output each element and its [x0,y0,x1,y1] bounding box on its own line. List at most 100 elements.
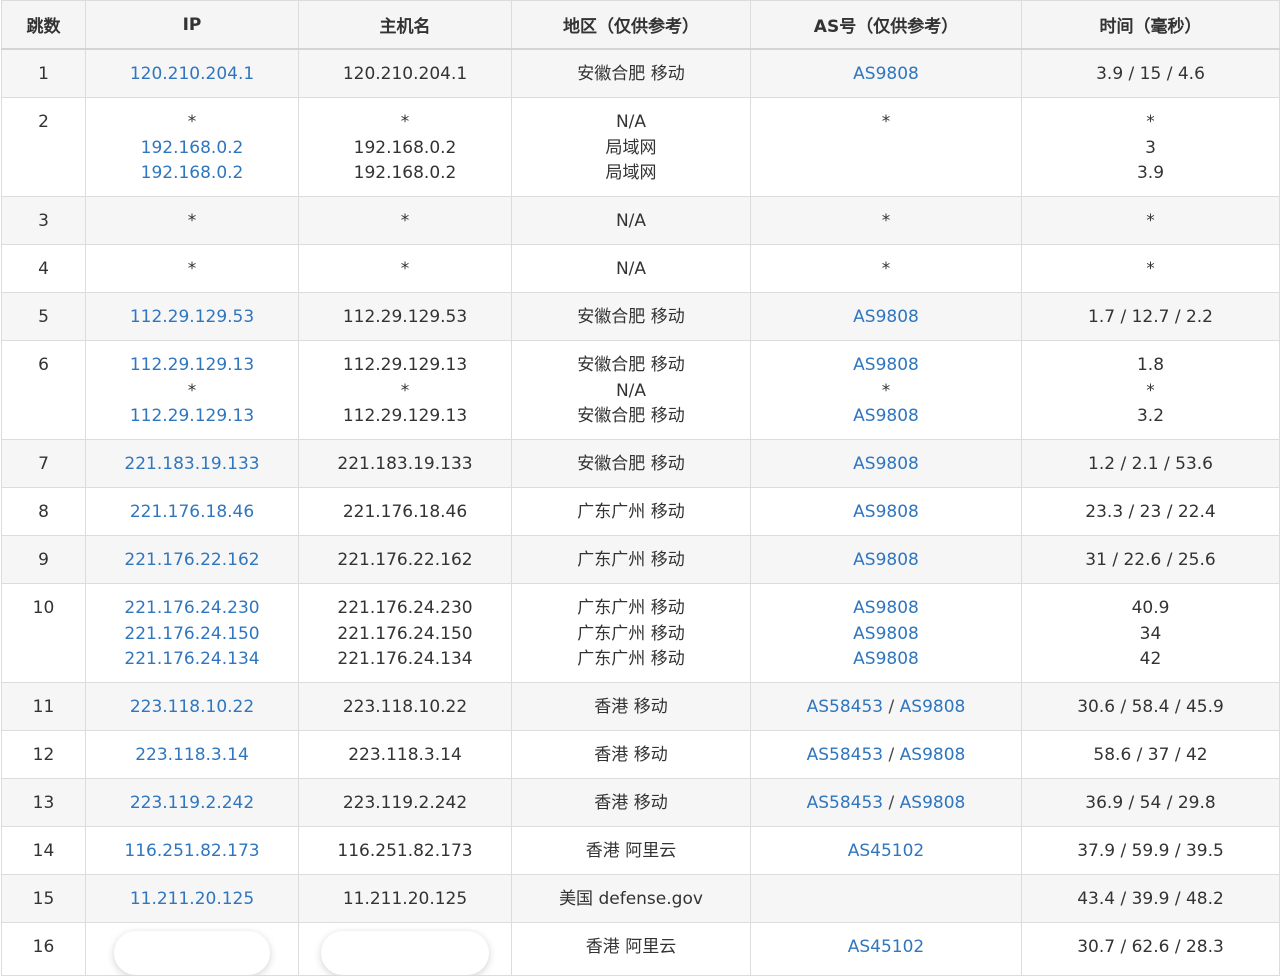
as-link[interactable]: AS9808 [900,697,966,717]
region-cell: N/A 局域网 局域网 [511,97,751,197]
hop-number: 2 [38,112,49,132]
ip-placeholder: * [187,211,197,231]
table-row: 12 223.118.3.14 223.118.3.14 香港 移动 AS58453 /… [1,730,1280,779]
hostname-cell: 223.118.3.14 [298,730,512,779]
region-text: 广东广州 移动 [577,623,685,644]
ip-cell: 223.118.3.14 [85,730,299,779]
as-link[interactable]: AS9808 [853,598,919,618]
ip-link[interactable]: 192.168.0.2 [90,136,294,162]
hop-cell: 10 [1,583,86,683]
region-cell: 广东广州 移动 [511,535,751,584]
table-row: 4 * * N/A * * [1,244,1280,293]
ip-link[interactable]: 112.29.129.13 [90,404,294,430]
ip-link[interactable]: 116.251.82.173 [90,839,294,865]
hostname-cell: 11.211.20.125 [298,874,512,923]
as-link[interactable]: AS58453 [807,793,884,813]
hostname-text: 221.176.18.46 [342,502,468,522]
ip-link[interactable]: 221.176.22.162 [90,548,294,574]
as-link[interactable]: AS9808 [853,406,919,426]
ip-link[interactable]: 221.176.24.134 [90,647,294,673]
region-cell: 广东广州 移动 广东广州 移动 广东广州 移动 [511,583,751,683]
time-cell: 30.7 / 62.6 / 28.3 [1021,922,1280,976]
ip-link[interactable]: 223.119.2.242 [90,791,294,817]
hostname-cell: 112.29.129.13 * 112.29.129.13 [298,340,512,440]
time-cell: 43.4 / 39.9 / 48.2 [1021,874,1280,923]
as-link[interactable]: AS9808 [853,624,919,644]
hostname-text: 223.118.10.22 [342,697,468,717]
hop-cell: 15 [1,874,86,923]
table-row: 11 223.118.10.22 223.118.10.22 香港 移动 AS58453… [1,682,1280,731]
hop-number: 15 [32,889,55,909]
as-line: AS9808 [755,305,1017,331]
time-cell: * 3 3.9 [1021,97,1280,197]
hop-cell: 11 [1,682,86,731]
ip-link[interactable]: 112.29.129.53 [90,305,294,331]
region-text: 安徽合肥 移动 [577,64,685,84]
as-line: AS45102 [755,839,1017,865]
as-link[interactable]: AS9808 [853,355,919,375]
region-text: 安徽合肥 移动 [577,454,685,474]
region-cell: 香港 阿里云 [511,826,751,875]
table-row: 2 * 192.168.0.2 192.168.0.2 * 192.168.0.2 192.… [1,97,1280,197]
hostname-text: 223.118.3.14 [348,745,462,765]
ip-link[interactable]: 11.211.20.125 [90,887,294,913]
hostname-text: 11.211.20.125 [342,889,468,909]
hostname-cell [298,922,512,976]
as-link[interactable]: AS45102 [848,841,925,861]
region-cell: 香港 移动 [511,730,751,779]
time-text: 34 [1139,623,1162,644]
ip-cell: 221.176.18.46 [85,487,299,536]
as-placeholder: * [881,211,891,231]
as-link[interactable]: AS9808 [853,649,919,669]
time-text: 1.8 [1136,355,1165,375]
time-cell: 31 / 22.6 / 25.6 [1021,535,1280,584]
time-text: 1.7 / 12.7 / 2.2 [1088,307,1213,327]
hostname-cell: 221.176.18.46 [298,487,512,536]
ip-link[interactable]: 112.29.129.13 [90,353,294,379]
region-cell: N/A [511,196,751,245]
hop-cell: 8 [1,487,86,536]
as-cell: AS9808 [750,292,1022,341]
ip-link[interactable]: 221.176.18.46 [90,500,294,526]
ip-link[interactable]: 120.210.204.1 [90,62,294,88]
hostname-text: 112.29.129.13 [342,355,468,375]
region-text: 局域网 [605,163,657,184]
ip-link[interactable]: 223.118.10.22 [90,695,294,721]
as-link[interactable]: AS9808 [853,502,919,522]
time-text: 40.9 [1131,598,1170,618]
ip-link[interactable]: 221.176.24.230 [90,596,294,622]
table-row: 10 221.176.24.230 221.176.24.150 221.176.24… [1,583,1280,683]
hop-cell: 2 [1,97,86,197]
hostname-text: * [400,211,410,231]
ip-link[interactable]: 221.176.24.150 [90,622,294,648]
as-link[interactable]: AS9808 [853,550,919,570]
as-cell: AS9808 [750,535,1022,584]
time-cell: 30.6 / 58.4 / 45.9 [1021,682,1280,731]
as-link[interactable]: AS45102 [848,937,925,957]
hostname-cell: 221.176.24.230 221.176.24.150 221.176.24.1… [298,583,512,683]
as-line: AS9808 [755,62,1017,88]
header-hop: 跳数 [1,0,86,50]
as-link[interactable]: AS9808 [853,307,919,327]
table-row: 7 221.183.19.133 221.183.19.133 安徽合肥 移动 AS98… [1,439,1280,488]
hostname-cell: * [298,244,512,293]
as-link[interactable]: AS58453 [807,745,884,765]
as-link[interactable]: AS58453 [807,697,884,717]
region-text: N/A [615,211,647,231]
as-link[interactable]: AS9808 [853,454,919,474]
as-link[interactable]: AS9808 [900,793,966,813]
as-link[interactable]: AS9808 [900,745,966,765]
as-line: * [755,110,1017,136]
ip-link[interactable]: 221.183.19.133 [90,452,294,478]
as-link[interactable]: AS9808 [853,64,919,84]
region-text: 局域网 [605,137,657,158]
hostname-cell: 221.176.22.162 [298,535,512,584]
region-text: 广东广州 移动 [577,649,685,670]
hostname-text: 221.176.22.162 [337,550,473,570]
ip-link[interactable]: 192.168.0.2 [90,161,294,187]
as-placeholder: * [881,380,891,401]
region-cell: 香港 移动 [511,778,751,827]
ip-cell: 120.210.204.1 [85,48,299,98]
ip-link[interactable]: 223.118.3.14 [90,743,294,769]
hostname-cell: 223.118.10.22 [298,682,512,731]
